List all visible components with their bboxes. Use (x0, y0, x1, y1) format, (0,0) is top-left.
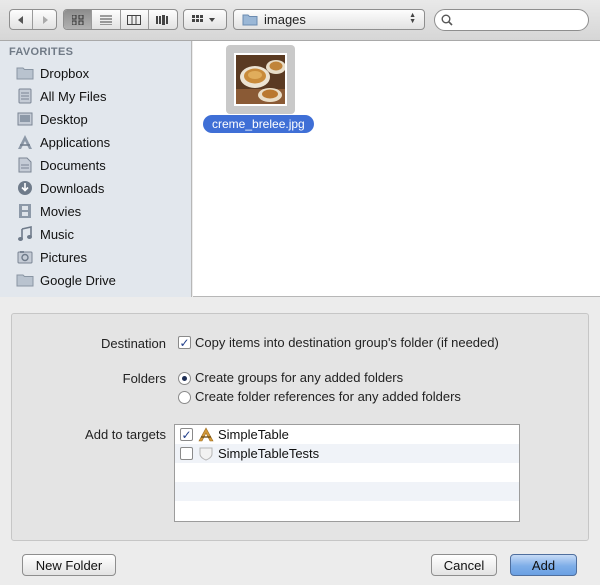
sidebar-item-downloads[interactable]: Downloads (16, 177, 186, 199)
columns-icon (127, 14, 142, 25)
options-panel: Destination ✓ Copy items into destinatio… (11, 313, 589, 541)
arrange-button-inner (184, 10, 226, 29)
back-button[interactable] (10, 10, 34, 29)
desktop-icon (16, 111, 34, 127)
navigation-segment (9, 9, 57, 30)
add-button[interactable]: Add (510, 554, 577, 576)
targets-list: ✓ SimpleTable SimpleTableTests (174, 424, 520, 522)
sidebar-item-label: Downloads (40, 180, 105, 196)
target-checkbox[interactable] (180, 447, 193, 460)
empty-row (175, 463, 519, 482)
target-name: SimpleTable (218, 427, 289, 442)
applications-icon (16, 134, 34, 150)
app-target-icon (198, 427, 214, 442)
coverflow-icon (155, 14, 168, 25)
icon-grid-icon (71, 14, 84, 25)
sidebar-item-label: Pictures (40, 249, 87, 265)
icon-view-button[interactable] (64, 10, 93, 29)
back-arrow-icon (18, 15, 23, 24)
folder-icon (16, 65, 34, 81)
music-icon (16, 226, 34, 242)
list-icon (99, 15, 112, 25)
sidebar-item-pictures[interactable]: Pictures (16, 246, 186, 268)
folder-icon (16, 272, 34, 288)
create-references-radio[interactable] (178, 391, 191, 404)
search-field[interactable] (434, 9, 589, 31)
sidebar-item-desktop[interactable]: Desktop (16, 108, 186, 130)
cancel-button[interactable]: Cancel (431, 554, 497, 576)
sidebar-item-all-my-files[interactable]: All My Files (16, 85, 186, 107)
file-thumbnail-frame[interactable] (226, 45, 295, 114)
sidebar-item-label: Movies (40, 203, 82, 219)
target-row[interactable]: ✓ SimpleTable (175, 425, 519, 444)
folder-icon (242, 14, 258, 26)
location-label: images (264, 12, 306, 27)
sidebar-item-label: Music (40, 226, 74, 242)
radio-selected-dot (182, 376, 187, 381)
sidebar-item-label: Applications (40, 134, 111, 150)
destination-option-text: Copy items into destination group's fold… (195, 335, 499, 350)
sidebar-item-music[interactable]: Music (16, 223, 186, 245)
create-groups-text: Create groups for any added folders (195, 370, 404, 385)
sidebar-item-label: All My Files (40, 88, 107, 104)
forward-arrow-icon (42, 15, 48, 24)
sidebar-item-movies[interactable]: Movies (16, 200, 186, 222)
sidebar-item-documents[interactable]: Documents (16, 154, 186, 176)
sidebar-item-label: Documents (40, 157, 106, 173)
file-browser: creme_brelee.jpg (193, 41, 600, 297)
creme-brulee-thumbnail-icon (236, 55, 285, 104)
search-icon (441, 14, 453, 26)
pictures-icon (16, 249, 34, 265)
sidebar-heading: FAVORITES (9, 46, 74, 58)
image-thumbnail (234, 53, 287, 106)
sidebar-item-label: Dropbox (40, 65, 90, 81)
new-folder-button[interactable]: New Folder (22, 554, 116, 576)
folders-label: Folders (122, 371, 166, 386)
sidebar-item-dropbox[interactable]: Dropbox (16, 62, 186, 84)
sidebar-item-label: Google Drive (40, 272, 116, 288)
target-name: SimpleTableTests (218, 446, 320, 461)
movies-icon (16, 203, 34, 219)
sidebar-item-google-drive[interactable]: Google Drive (16, 269, 186, 291)
file-name-label[interactable]: creme_brelee.jpg (203, 115, 314, 133)
sidebar-item-label: Desktop (40, 111, 88, 127)
documents-icon (16, 157, 34, 173)
arrange-grid-icon (192, 14, 215, 22)
test-target-icon (199, 447, 213, 461)
create-groups-radio[interactable] (178, 372, 191, 385)
search-input[interactable] (457, 13, 577, 27)
arrange-button[interactable] (183, 9, 227, 30)
list-view-button[interactable] (92, 10, 121, 29)
sidebar-item-applications[interactable]: Applications (16, 131, 186, 153)
empty-row (175, 482, 519, 501)
create-references-text: Create folder references for any added f… (195, 389, 461, 404)
target-checkbox[interactable]: ✓ (180, 428, 193, 441)
popup-arrows-icon: ▲ ▼ (409, 12, 416, 25)
empty-row (175, 501, 519, 520)
view-mode-segment (63, 9, 178, 30)
target-row[interactable]: SimpleTableTests (175, 444, 519, 463)
destination-checkbox[interactable]: ✓ (178, 336, 191, 349)
all-files-icon (16, 88, 34, 104)
column-view-button[interactable] (121, 10, 149, 29)
location-popup[interactable]: images ▲ ▼ (233, 9, 425, 30)
destination-label: Destination (100, 336, 166, 351)
forward-button[interactable] (33, 10, 56, 29)
coverflow-view-button[interactable] (149, 10, 177, 29)
sidebar: FAVORITES Dropbox All My Files Desktop A… (0, 41, 192, 297)
targets-label: Add to targets (85, 427, 166, 442)
toolbar: images ▲ ▼ (0, 0, 600, 41)
downloads-icon (16, 180, 34, 196)
